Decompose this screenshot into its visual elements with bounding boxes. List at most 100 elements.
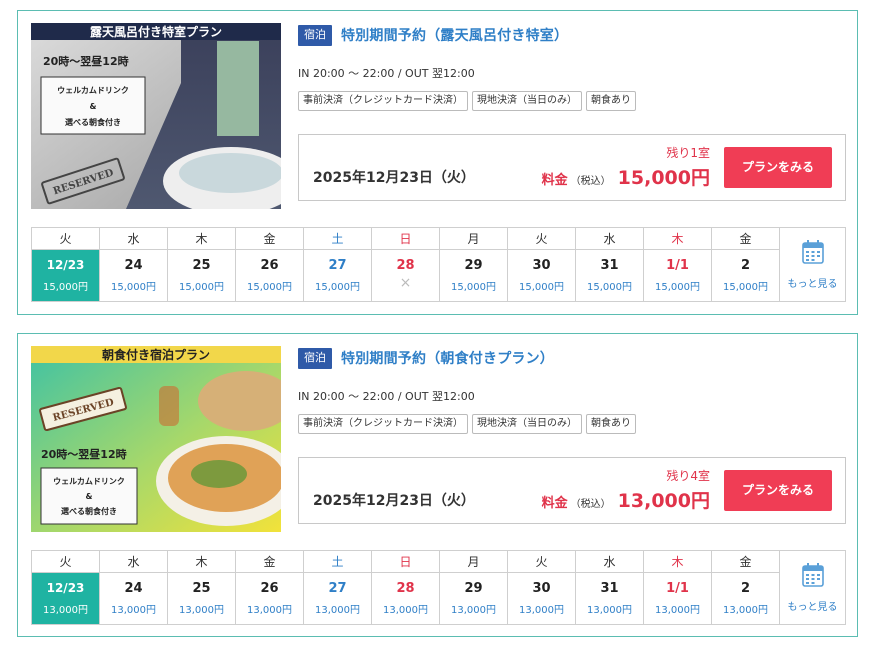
- payment-tags: 事前決済（クレジットカード決済） 現地決済（当日のみ） 朝食あり: [298, 414, 846, 434]
- calendar-date: 1/1: [666, 581, 689, 596]
- calendar-price: 15,000円: [587, 282, 632, 293]
- calendar-price: 13,000円: [451, 605, 496, 616]
- calendar-price: 15,000円: [519, 282, 564, 293]
- calendar-date: 26: [260, 581, 279, 596]
- tag-onsite-pay: 現地決済（当日のみ）: [472, 414, 582, 434]
- calendar-day[interactable]: 土 27 13,000円: [304, 551, 372, 624]
- calendar-price: 13,000円: [519, 605, 564, 616]
- calendar-day[interactable]: 木 25 13,000円: [168, 551, 236, 624]
- calendar-day[interactable]: 月 29 13,000円: [440, 551, 508, 624]
- calendar-date: 25: [192, 581, 211, 596]
- selected-date: 2025年12月23日（火）: [313, 493, 475, 509]
- calendar-day[interactable]: 火 12/23 13,000円: [32, 551, 100, 624]
- payment-tags: 事前決済（クレジットカード決済） 現地決済（当日のみ） 朝食あり: [298, 91, 846, 111]
- thumb-welcome-amp: &: [90, 102, 97, 111]
- plan-card: 露天風呂付き特室プラン 20時～翌昼12時 ウェルカムドリンク & 選べる朝食付…: [17, 10, 858, 315]
- plan-thumbnail[interactable]: 露天風呂付き特室プラン 20時～翌昼12時 ウェルカムドリンク & 選べる朝食付…: [31, 23, 281, 209]
- calendar-day[interactable]: 木 1/1 15,000円: [644, 228, 712, 301]
- calendar-weekday: 土: [304, 551, 371, 573]
- calendar-price: 15,000円: [723, 282, 768, 293]
- tax-label: （税込）: [570, 176, 611, 187]
- calendar-icon: [801, 239, 825, 269]
- calendar-price: 15,000円: [315, 282, 360, 293]
- calendar-day[interactable]: 水 24 15,000円: [100, 228, 168, 301]
- calendar-price: 13,000円: [723, 605, 768, 616]
- calendar-price: 13,000円: [247, 605, 292, 616]
- calendar-cell: 29 15,000円: [440, 250, 507, 301]
- calendar-date: 29: [464, 581, 483, 596]
- calendar-price: 13,000円: [111, 605, 156, 616]
- calendar-cell: 26 15,000円: [236, 250, 303, 301]
- thumb-welcome-line1: ウェルカムドリンク: [57, 85, 129, 95]
- calendar-day[interactable]: 金 2 13,000円: [712, 551, 780, 624]
- price-label: 料金: [541, 496, 568, 511]
- view-plan-button[interactable]: プランをみる: [724, 470, 832, 511]
- calendar-weekday: 木: [644, 228, 711, 250]
- calendar-price: 15,000円: [655, 282, 700, 293]
- calendar-cell: 27 13,000円: [304, 573, 371, 624]
- calendar-weekday: 日: [372, 551, 439, 573]
- calendar-weekday: 火: [508, 551, 575, 573]
- calendar-date: 31: [600, 258, 619, 273]
- calendar-day[interactable]: 火 30 15,000円: [508, 228, 576, 301]
- tag-breakfast: 朝食あり: [586, 414, 636, 434]
- tag-prepay: 事前決済（クレジットカード決済）: [298, 91, 468, 111]
- plan-info: 宿泊 特別期間予約（露天風呂付き特室） IN 20:00 ～ 22:00 / O…: [298, 23, 846, 201]
- calendar-weekday: 土: [304, 228, 371, 250]
- calendar-weekday: 月: [440, 551, 507, 573]
- price-box: 2025年12月23日（火） 残り4室 料金 （税込） 13,000円 プランを…: [298, 457, 846, 524]
- calendar-weekday: 火: [32, 228, 99, 250]
- calendar-date: 26: [260, 258, 279, 273]
- calendar-day[interactable]: 木 25 15,000円: [168, 228, 236, 301]
- thumb-banner-text: 露天風呂付き特室プラン: [90, 24, 222, 39]
- calendar-weekday: 木: [168, 551, 235, 573]
- calendar-day[interactable]: 土 27 15,000円: [304, 228, 372, 301]
- unavailable-icon: ×: [399, 275, 412, 291]
- calendar-day[interactable]: 日 28 13,000円: [372, 551, 440, 624]
- calendar-cell: 28 ×: [372, 250, 439, 301]
- calendar-day[interactable]: 水 31 15,000円: [576, 228, 644, 301]
- calendar-weekday: 火: [508, 228, 575, 250]
- calendar-day[interactable]: 火 30 13,000円: [508, 551, 576, 624]
- calendar-date: 24: [124, 581, 143, 596]
- price-box: 2025年12月23日（火） 残り1室 料金 （税込） 15,000円 プランを…: [298, 134, 846, 201]
- plan-title-link[interactable]: 特別期間予約（露天風呂付き特室）: [341, 25, 568, 45]
- tag-prepay: 事前決済（クレジットカード決済）: [298, 414, 468, 434]
- calendar-day[interactable]: 火 12/23 15,000円: [32, 228, 100, 301]
- more-dates-button[interactable]: もっと見る: [780, 228, 845, 301]
- checkin-time: IN 20:00 ～ 22:00 / OUT 翌12:00: [298, 390, 475, 403]
- calendar-cell: 1/1 13,000円: [644, 573, 711, 624]
- calendar-day[interactable]: 水 24 13,000円: [100, 551, 168, 624]
- calendar-cell: 31 15,000円: [576, 250, 643, 301]
- plan-title-link[interactable]: 特別期間予約（朝食付きプラン）: [341, 348, 554, 368]
- availability-calendar: 火 12/23 15,000円 水 24 15,000円 木 25 15,000円 金 26 15,0…: [31, 227, 846, 302]
- calendar-date: 27: [328, 581, 347, 596]
- calendar-day[interactable]: 木 1/1 13,000円: [644, 551, 712, 624]
- calendar-date: 24: [124, 258, 143, 273]
- rooms-remaining: 残り1室: [666, 146, 710, 160]
- calendar-day[interactable]: 日 28 ×: [372, 228, 440, 301]
- calendar-date: 30: [532, 258, 551, 273]
- calendar-day[interactable]: 金 26 13,000円: [236, 551, 304, 624]
- more-dates-button[interactable]: もっと見る: [780, 551, 845, 624]
- calendar-day[interactable]: 水 31 13,000円: [576, 551, 644, 624]
- calendar-date: 2: [740, 581, 751, 596]
- calendar-weekday: 水: [576, 228, 643, 250]
- stay-type-badge: 宿泊: [298, 24, 332, 46]
- tag-breakfast: 朝食あり: [586, 91, 636, 111]
- calendar-weekday: 金: [236, 228, 303, 250]
- plan-card: 朝食付き宿泊プラン RESERVED 20時～翌昼12時 ウェルカムドリンク &…: [17, 333, 858, 637]
- calendar-price: 15,000円: [111, 282, 156, 293]
- calendar-weekday: 木: [168, 228, 235, 250]
- calendar-weekday: 金: [236, 551, 303, 573]
- calendar-day[interactable]: 金 2 15,000円: [712, 228, 780, 301]
- plan-thumbnail[interactable]: 朝食付き宿泊プラン RESERVED 20時～翌昼12時 ウェルカムドリンク &…: [31, 346, 281, 532]
- calendar-date: 30: [532, 581, 551, 596]
- thumb-time-text: 20時～翌昼12時: [41, 447, 127, 461]
- calendar-price: 13,000円: [315, 605, 360, 616]
- view-plan-button[interactable]: プランをみる: [724, 147, 832, 188]
- calendar-day[interactable]: 月 29 15,000円: [440, 228, 508, 301]
- calendar-price: 13,000円: [587, 605, 632, 616]
- calendar-day[interactable]: 金 26 15,000円: [236, 228, 304, 301]
- tag-onsite-pay: 現地決済（当日のみ）: [472, 91, 582, 111]
